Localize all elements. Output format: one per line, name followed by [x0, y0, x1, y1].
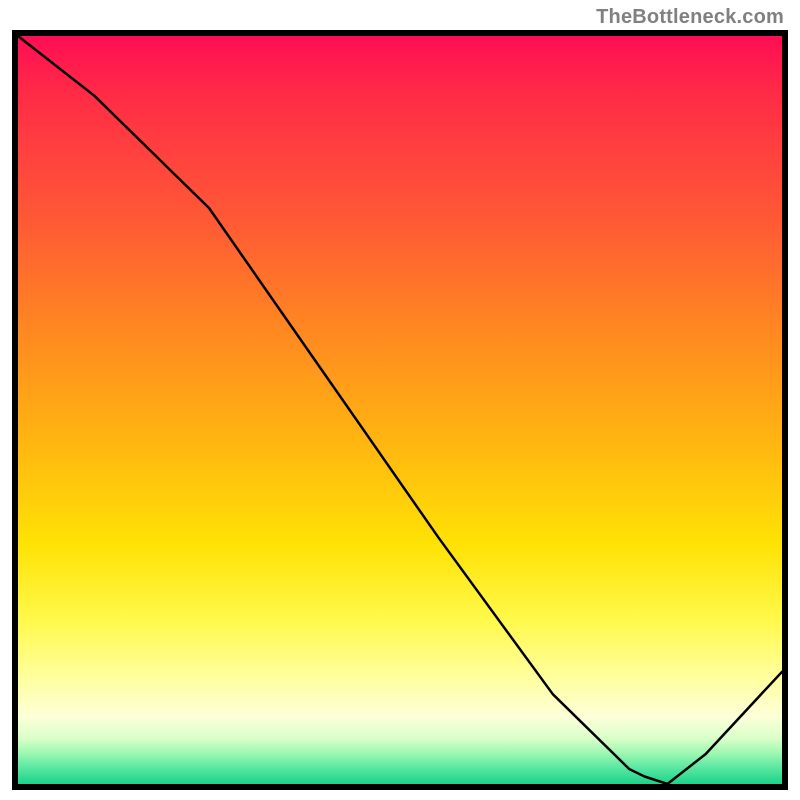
curve-path: [18, 36, 782, 784]
line-plot: [18, 36, 782, 784]
chart-container: TheBottleneck.com: [0, 0, 800, 800]
watermark-text: TheBottleneck.com: [596, 6, 784, 29]
plot-frame: [12, 30, 788, 790]
